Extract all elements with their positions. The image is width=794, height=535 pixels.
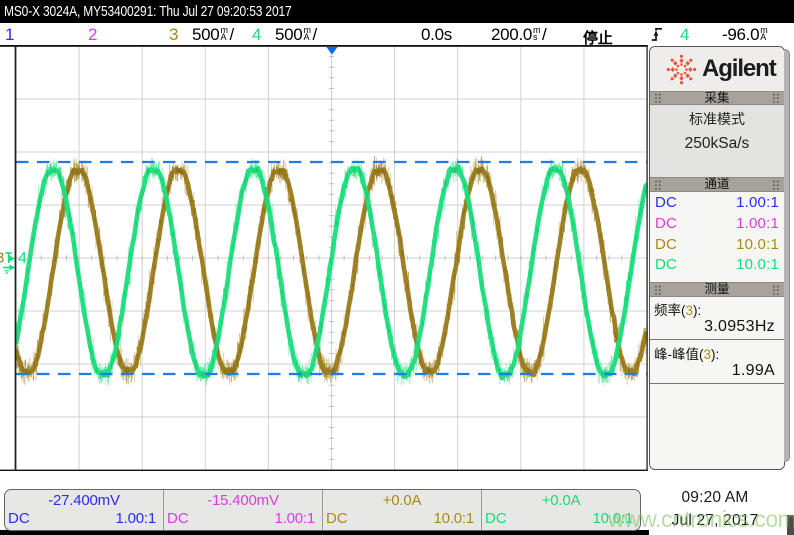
svg-text:3: 3: [0, 250, 4, 267]
svg-text:4: 4: [18, 250, 27, 267]
